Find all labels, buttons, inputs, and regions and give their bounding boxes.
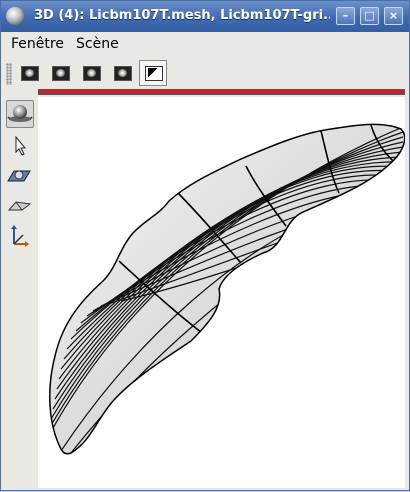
application-window: 3D (4): Licbm107T.mesh, Licbm107T-gri...…: [0, 0, 410, 491]
black-white-render-icon[interactable]: [139, 60, 167, 86]
close-button[interactable]: ×: [384, 7, 403, 25]
pointer-select-icon[interactable]: [6, 133, 34, 161]
title-bar[interactable]: 3D (4): Licbm107T.mesh, Licbm107T-gri...…: [1, 1, 409, 32]
window-title: 3D (4): Licbm107T.mesh, Licbm107T-gri...: [34, 8, 330, 23]
view-toolbar: [1, 57, 409, 88]
brain-view-icon-3[interactable]: [79, 62, 103, 84]
axes-transform-icon[interactable]: [6, 222, 34, 250]
menu-scene[interactable]: Scène: [76, 36, 119, 52]
toolbar-grip-handle[interactable]: [6, 63, 12, 85]
menu-bar: Fenêtre Scène: [1, 32, 409, 54]
brain-view-icon-4[interactable]: [110, 62, 134, 84]
3d-viewport[interactable]: [38, 97, 406, 488]
menu-fenetre[interactable]: Fenêtre: [11, 36, 64, 52]
trackball-rotate-icon[interactable]: [6, 100, 34, 128]
plane-cut-icon[interactable]: [6, 192, 34, 220]
minimize-button[interactable]: –: [336, 7, 355, 25]
red-status-bar: [38, 89, 405, 95]
app-logo-icon[interactable]: [6, 7, 24, 25]
brain-view-icon-1[interactable]: [17, 62, 41, 84]
maximize-icon: □: [364, 9, 375, 22]
oblique-slice-icon[interactable]: [6, 163, 34, 191]
left-toolbar: [1, 97, 37, 490]
close-icon: ×: [388, 9, 399, 22]
minimize-icon: –: [342, 9, 349, 22]
sulcus-mesh-render: [49, 123, 406, 455]
maximize-button[interactable]: □: [360, 7, 379, 25]
brain-view-icon-2[interactable]: [48, 62, 72, 84]
